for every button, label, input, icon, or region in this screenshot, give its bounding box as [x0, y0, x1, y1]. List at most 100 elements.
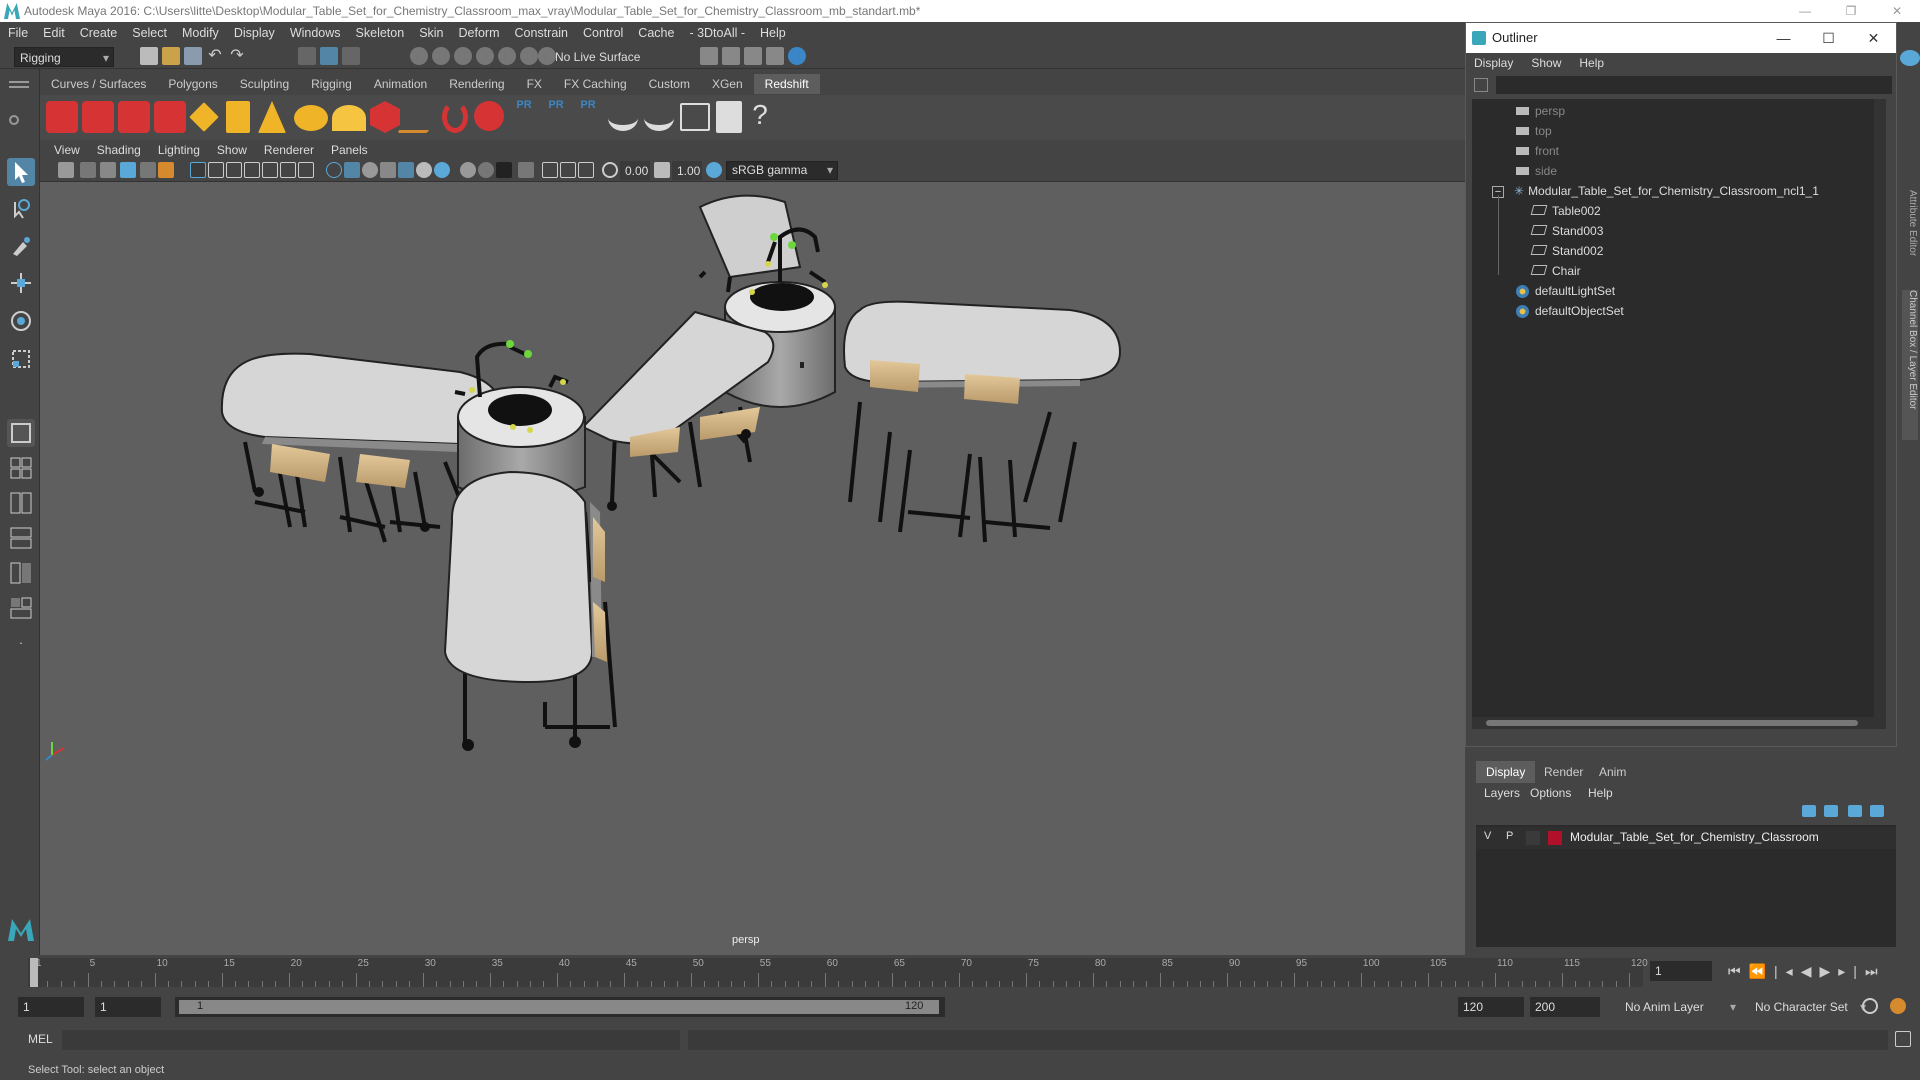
isolate-select-icon[interactable] [518, 162, 534, 178]
vp-menu-view[interactable]: View [54, 143, 80, 157]
outliner-menu-display[interactable]: Display [1474, 56, 1513, 70]
gamma-icon[interactable] [654, 162, 670, 178]
redshift-sun-sky-icon[interactable] [332, 105, 366, 131]
exposure-icon[interactable] [602, 162, 618, 178]
shelf-tab-polygons[interactable]: Polygons [157, 74, 228, 94]
menu-cache[interactable]: Cache [638, 26, 674, 40]
shelf-tab-fx[interactable]: FX [516, 74, 553, 94]
outliner-minimize-button[interactable]: — [1761, 23, 1806, 53]
grid-icon[interactable] [190, 162, 206, 178]
outliner-item-defaultobjectset[interactable]: defaultObjectSet [1516, 301, 1624, 321]
step-forward-key-icon[interactable]: ▸| [1838, 963, 1865, 979]
select-object-icon[interactable] [320, 47, 338, 65]
outliner-item-stand003[interactable]: Stand003 [1530, 221, 1603, 241]
go-to-end-icon[interactable]: ⏭ [1865, 963, 1886, 979]
render-view-icon[interactable] [700, 47, 718, 65]
hypershade-layout-icon[interactable] [7, 594, 35, 622]
script-language-label[interactable]: MEL [28, 1032, 53, 1046]
playback-start-field[interactable]: 1 [95, 997, 161, 1017]
menu-set-dropdown[interactable]: Rigging [14, 47, 114, 68]
shelf-tab-xgen[interactable]: XGen [701, 74, 754, 94]
layer-menu-help[interactable]: Help [1588, 783, 1613, 803]
redshift-hair-icon[interactable] [397, 103, 445, 133]
perspective-viewport[interactable]: persp [40, 182, 1465, 955]
close-button[interactable]: ✕ [1874, 0, 1920, 22]
anim-layer-dropdown[interactable]: No Anim Layer [1620, 997, 1740, 1017]
vp-menu-panels[interactable]: Panels [331, 143, 368, 157]
shelf-tab-curves-surfaces[interactable]: Curves / Surfaces [40, 74, 157, 94]
layer-color-swatch[interactable] [1548, 831, 1562, 845]
shelf-tab-animation[interactable]: Animation [363, 74, 438, 94]
redshift-area-light-icon[interactable] [189, 102, 219, 132]
shelf-tab-sculpting[interactable]: Sculpting [229, 74, 300, 94]
safe-title-icon[interactable] [298, 162, 314, 178]
xray-joints-icon[interactable] [560, 162, 576, 178]
menu-display[interactable]: Display [234, 26, 275, 40]
shelf-tab-rendering[interactable]: Rendering [438, 74, 515, 94]
gamma-field[interactable]: 1.00 [672, 161, 702, 180]
layer-row[interactable]: V P Modular_Table_Set_for_Chemistry_Clas… [1476, 827, 1896, 849]
menu-windows[interactable]: Windows [290, 26, 341, 40]
menu-file[interactable]: File [8, 26, 28, 40]
snap-surface-icon[interactable] [498, 47, 516, 65]
outliner-item-chair[interactable]: Chair [1530, 261, 1581, 281]
menu-help[interactable]: Help [760, 26, 786, 40]
two-view-layout-icon[interactable] [7, 489, 35, 517]
select-tool-icon[interactable] [7, 158, 35, 186]
select-component-icon[interactable] [342, 47, 360, 65]
layer-menu-layers[interactable]: Layers [1484, 783, 1520, 803]
resolution-gate-icon[interactable] [226, 162, 242, 178]
redshift-sss-icon[interactable] [442, 101, 468, 133]
new-scene-icon[interactable] [140, 47, 158, 65]
outliner-item-table002[interactable]: Table002 [1530, 201, 1601, 221]
redshift-environment-icon[interactable] [644, 105, 674, 131]
paint-select-tool-icon[interactable] [7, 232, 35, 260]
shelf-tab-redshift[interactable]: Redshift [753, 74, 820, 94]
maximize-button[interactable]: ❐ [1828, 0, 1874, 22]
pr-import-icon[interactable]: PR [576, 99, 600, 135]
menu-select[interactable]: Select [132, 26, 167, 40]
redshift-help-icon[interactable]: ? [748, 99, 772, 135]
outliner-item-persp[interactable]: persp [1516, 101, 1565, 121]
menu-3dtoall[interactable]: - 3DtoAll - [689, 26, 745, 40]
menu-skeleton[interactable]: Skeleton [356, 26, 405, 40]
vp-menu-shading[interactable]: Shading [97, 143, 141, 157]
redshift-script-icon[interactable] [680, 103, 710, 131]
save-scene-icon[interactable] [184, 47, 202, 65]
pr-export-icon[interactable]: PR [544, 99, 568, 135]
shelf-tab-fx-caching[interactable]: FX Caching [553, 74, 638, 94]
live-surface-label[interactable]: No Live Surface [555, 47, 640, 67]
color-space-dropdown[interactable]: sRGB gamma [726, 161, 838, 180]
outliner-item-side[interactable]: side [1516, 161, 1557, 181]
field-chart-icon[interactable] [262, 162, 278, 178]
time-ruler[interactable]: 1 5 10 15 20 25 30 35 40 45 50 55 60 65 70 75 80 85 90 95 10… [28, 958, 1648, 987]
outliner-item-defaultlightset[interactable]: defaultLightSet [1516, 281, 1615, 301]
shelf-tab-rigging[interactable]: Rigging [300, 74, 363, 94]
wireframe-on-shaded-icon[interactable] [362, 162, 378, 178]
outliner-horizontal-scrollbar[interactable] [1472, 717, 1874, 729]
new-layer-icon[interactable] [1848, 805, 1862, 817]
scale-tool-icon[interactable] [7, 345, 35, 373]
wireframe-icon[interactable] [326, 162, 342, 178]
redshift-log-icon[interactable] [716, 101, 742, 133]
motion-blur-icon[interactable] [460, 162, 476, 178]
outliner-maximize-button[interactable]: ☐ [1806, 23, 1851, 53]
xray-icon[interactable] [542, 162, 558, 178]
animation-preferences-icon[interactable] [1890, 998, 1906, 1014]
textured-icon[interactable] [380, 162, 396, 178]
depth-of-field-icon[interactable] [496, 162, 512, 178]
playback-end-field[interactable]: 120 [1458, 997, 1524, 1017]
menu-constrain[interactable]: Constrain [515, 26, 569, 40]
layer-visibility-toggle[interactable]: V [1484, 830, 1491, 842]
pr-proxy-icon[interactable]: PR [512, 99, 536, 135]
side-tab-channel-box[interactable]: Channel Box / Layer Editor [1902, 290, 1918, 440]
outliner-menu-help[interactable]: Help [1579, 56, 1604, 70]
layer-tab-render[interactable]: Render [1534, 761, 1593, 783]
menu-deform[interactable]: Deform [459, 26, 500, 40]
screen-space-ao-icon[interactable] [434, 162, 450, 178]
redshift-spot-light-icon[interactable] [258, 101, 286, 133]
single-view-layout-icon[interactable] [7, 419, 35, 447]
camera-attributes-icon[interactable] [80, 162, 96, 178]
layer-playback-toggle[interactable]: P [1506, 830, 1513, 842]
redshift-render-icon[interactable] [82, 101, 114, 133]
